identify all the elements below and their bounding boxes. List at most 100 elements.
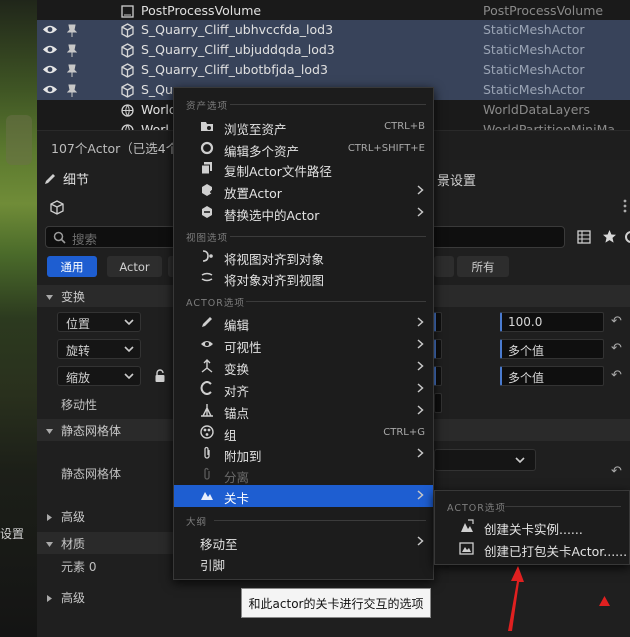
- circle-icon: [200, 141, 214, 155]
- world-settings-tab-label[interactable]: 景设置: [437, 170, 476, 189]
- visibility-item[interactable]: 可视性: [174, 334, 433, 356]
- outliner-row[interactable]: S_Quarry_Cliff_ubjuddqda_lod3 StaticMeshA…: [37, 40, 630, 60]
- location-x-field[interactable]: [434, 312, 442, 332]
- outliner-item-name: World: [141, 102, 177, 117]
- expand-arrow-icon: [45, 291, 54, 305]
- transform-item[interactable]: 变换: [174, 356, 433, 378]
- pencil-icon: [200, 315, 214, 329]
- advanced-label: 高级: [61, 510, 86, 524]
- scale-dropdown[interactable]: 缩放: [57, 366, 141, 386]
- context-menu: 资产选项 视图选项 ACTOR选项 大纲 浏览至资产 CTRL+B 编辑多个资产 CTRL+S…: [173, 87, 434, 580]
- mobility-field[interactable]: [434, 393, 442, 413]
- paperclip-icon: [200, 446, 214, 460]
- filter-tab-general[interactable]: 通用: [47, 256, 97, 277]
- more-options-icon[interactable]: [622, 198, 628, 214]
- visibility-eye-icon[interactable]: [42, 44, 58, 55]
- place-actor-item[interactable]: 放置Actor: [174, 180, 433, 202]
- chevron-right-icon: [417, 317, 424, 327]
- outliner-item-type: PostProcessVolume: [483, 3, 604, 18]
- visibility-eye-icon[interactable]: [42, 24, 58, 35]
- menu-item-label: 将视图对齐到对象: [224, 252, 325, 267]
- visibility-eye-icon[interactable]: [42, 84, 58, 95]
- align-object-to-view-item[interactable]: 将对象对齐到视图: [174, 267, 433, 289]
- location-dropdown[interactable]: 位置: [57, 312, 141, 332]
- move-to-item[interactable]: 移动至: [174, 531, 433, 553]
- pin-icon[interactable]: [67, 84, 77, 97]
- search-placeholder: 搜索: [72, 232, 98, 247]
- element0-label: 元素 0: [61, 560, 97, 574]
- reset-static-mesh-icon[interactable]: ↶: [611, 464, 622, 479]
- world-icon: [120, 103, 135, 118]
- edit-item[interactable]: 编辑: [174, 312, 433, 334]
- menu-item-label: 将对象对齐到视图: [224, 273, 325, 288]
- reset-scale-icon[interactable]: ↶: [611, 368, 622, 383]
- menu-item-label: 引脚: [200, 558, 226, 573]
- reset-location-icon[interactable]: ↶: [611, 314, 622, 329]
- visibility-eye-icon[interactable]: [42, 64, 58, 75]
- pin-icon[interactable]: [67, 24, 77, 37]
- outliner-row[interactable]: S_Quarry_Cliff_ubotbfjda_lod3 StaticMeshA…: [37, 60, 630, 80]
- table-view-icon[interactable]: [577, 230, 591, 244]
- create-packed-level-actor-item[interactable]: 创建已打包关卡Actor......: [435, 538, 629, 560]
- static-mesh-dropdown[interactable]: [434, 449, 536, 471]
- pivot-item[interactable]: 锚点: [174, 400, 433, 422]
- tooltip-text: 和此actor的关卡进行交互的选项: [248, 596, 424, 611]
- outliner-item-name: S_Quarry_Cliff_ubotbfjda_lod3: [141, 62, 328, 77]
- align-view-to-object-item[interactable]: 将视图对齐到对象: [174, 246, 433, 268]
- packed-level-icon: [459, 541, 474, 556]
- reset-rotation-icon[interactable]: ↶: [611, 341, 622, 356]
- level-instance-icon: [459, 519, 474, 534]
- copy-actor-path-item[interactable]: 复制Actor文件路径: [174, 158, 433, 180]
- submenu-header: ACTOR选项: [447, 503, 506, 514]
- static-mesh-label: 静态网格体: [61, 467, 122, 481]
- menu-item-shortcut: CTRL+SHIFT+E: [347, 143, 425, 154]
- outliner-row[interactable]: PostProcessVolume PostProcessVolume: [37, 1, 630, 21]
- pin-icon[interactable]: [67, 44, 77, 57]
- scale-z-field[interactable]: 多个值: [500, 366, 604, 386]
- menu-item-label: 附加到: [224, 449, 262, 464]
- rotation-x-field[interactable]: [434, 339, 442, 359]
- group-item[interactable]: 组 CTRL+G: [174, 422, 433, 444]
- settings-gear-icon[interactable]: [623, 230, 630, 244]
- chevron-right-icon: [417, 536, 424, 546]
- level-item[interactable]: 关卡: [174, 485, 433, 507]
- menu-section-hierarchy: 大纲: [186, 517, 208, 528]
- filter-tab-all[interactable]: 所有: [457, 256, 509, 277]
- replace-actor-item[interactable]: 替换选中的Actor: [174, 202, 433, 224]
- location-z-field[interactable]: 100.0: [500, 312, 604, 332]
- menu-item-label: 替换选中的Actor: [224, 208, 320, 223]
- filter-tab-hidden-2[interactable]: [434, 256, 454, 277]
- attach-to-item[interactable]: 附加到: [174, 443, 433, 465]
- outliner-row[interactable]: S_Quarry_Cliff_ubhvccfda_lod3 StaticMeshA…: [37, 20, 630, 40]
- viewport-settings-label: 设置: [0, 527, 25, 541]
- chevron-right-icon: [417, 207, 424, 217]
- chevron-right-icon: [417, 490, 424, 500]
- create-level-instance-item[interactable]: 创建关卡实例......: [435, 516, 629, 538]
- pin-icon[interactable]: [67, 64, 77, 77]
- snap-item[interactable]: 对齐: [174, 378, 433, 400]
- outliner-item-type: StaticMeshActor: [483, 82, 585, 97]
- rotation-label: 旋转: [66, 344, 91, 358]
- transform-icon: [200, 359, 214, 373]
- browse-to-asset-item[interactable]: 浏览至资产 CTRL+B: [174, 116, 433, 138]
- pin-item[interactable]: 引脚: [174, 552, 433, 574]
- post-process-icon: [120, 4, 135, 19]
- copy-path-icon: [200, 161, 214, 175]
- favorites-star-icon[interactable]: [602, 229, 617, 244]
- lock-icon[interactable]: [154, 369, 166, 383]
- outliner-item-type: StaticMeshActor: [483, 42, 585, 57]
- filter-tab-actor[interactable]: Actor: [107, 256, 162, 277]
- rotation-z-value: 多个值: [508, 344, 545, 358]
- rotation-z-field[interactable]: 多个值: [500, 339, 604, 359]
- details-tab[interactable]: 细节: [37, 166, 187, 190]
- menu-item-shortcut: CTRL+B: [384, 121, 425, 132]
- edit-multiple-assets-item[interactable]: 编辑多个资产 CTRL+SHIFT+E: [174, 138, 433, 160]
- pivot-icon: [200, 403, 214, 417]
- transform-section-label: 变换: [61, 290, 86, 304]
- group-icon: [200, 425, 214, 439]
- detach-icon: [200, 467, 214, 481]
- rotation-dropdown[interactable]: 旋转: [57, 339, 141, 359]
- scale-x-field[interactable]: [434, 366, 442, 386]
- menu-item-shortcut: CTRL+G: [383, 427, 425, 438]
- static-mesh-icon: [120, 83, 135, 98]
